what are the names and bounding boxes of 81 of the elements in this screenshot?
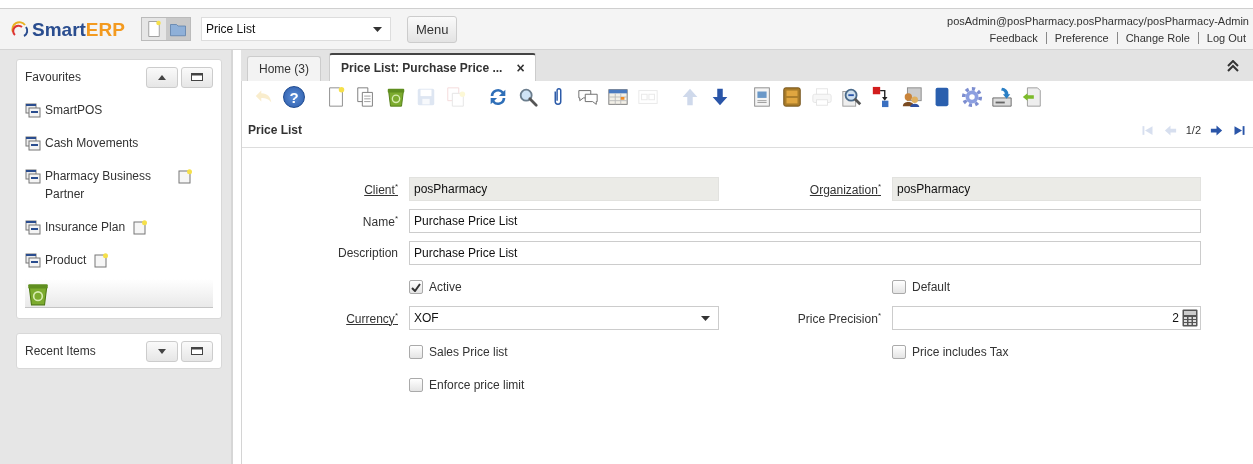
window-icon [25, 253, 41, 268]
cabinet-icon [781, 86, 803, 108]
printer-icon [811, 86, 833, 108]
field-label: Price Precision$^{*}$ [796, 310, 881, 326]
pages-icon [445, 86, 467, 108]
save-icon [415, 86, 437, 108]
caret-down-icon [158, 348, 166, 354]
checkmark-icon [411, 282, 421, 292]
tab[interactable]: Home (3) [247, 56, 321, 81]
tab[interactable]: Price List: Purchase Price ... × [329, 53, 536, 81]
checkbox-label: Sales Price list [429, 345, 508, 359]
note-icon[interactable] [178, 169, 192, 184]
toggle-button[interactable] [165, 18, 190, 40]
page-arrow-icon [1021, 86, 1043, 108]
field-link[interactable]: Organization$^{*}$ [730, 181, 881, 197]
search-icon [517, 86, 539, 108]
caret-icon [701, 315, 710, 321]
favourite-link[interactable]: Cash Movements [45, 134, 139, 152]
checkbox-label: Price includes Tax [912, 345, 1009, 359]
calculator-icon[interactable] [1182, 309, 1198, 327]
favourite-link[interactable]: Pharmacy Business Partner [45, 167, 170, 203]
window-dropdown[interactable]: Price List [200, 17, 391, 41]
user-label: posAdmin@posPharmacy.posPharmacy/posPharmacy-Admin [947, 14, 1249, 27]
header-link[interactable]: Preference [1045, 31, 1117, 44]
record-counter: 1/2 [1185, 124, 1201, 136]
checkbox-label: Default [912, 280, 951, 294]
checkbox-label: Enforce price limit [429, 378, 525, 392]
window-icon [25, 220, 41, 235]
dropdown-field[interactable]: XOF [409, 306, 719, 330]
header-link[interactable]: Feedback [981, 31, 1046, 44]
people-icon [901, 86, 923, 108]
favourite-link[interactable]: SmartPOS [45, 101, 103, 119]
checkbox[interactable] [892, 345, 906, 359]
table-icon [607, 86, 629, 108]
caret-up-icon [158, 74, 166, 80]
field-label: Name$^{*}$ [361, 213, 398, 229]
toggle-button[interactable] [146, 340, 178, 362]
checkbox[interactable] [409, 280, 423, 294]
field-link[interactable]: Currency$^{*}$ [242, 310, 398, 326]
trash-icon [25, 281, 51, 307]
note-icon[interactable] [133, 220, 148, 235]
text-field[interactable]: Purchase Price List [409, 209, 1201, 233]
checkbox[interactable] [892, 280, 906, 294]
close-icon[interactable]: × [516, 60, 525, 76]
text-field[interactable]: Purchase Price List [409, 241, 1201, 265]
tray-arrow-icon [991, 86, 1013, 108]
checkbox[interactable] [409, 345, 423, 359]
window-icon [25, 169, 41, 184]
maximize-icon [191, 73, 203, 81]
text-field[interactable]: posPharmacy [409, 177, 719, 201]
panel-title: Favourites [25, 70, 82, 84]
window-icon [25, 136, 41, 151]
report-icon [751, 86, 773, 108]
help-button[interactable]: ? [283, 86, 305, 108]
caret-icon [372, 26, 382, 32]
field-link[interactable]: Client$^{*}$ [242, 181, 398, 197]
toggle-button[interactable] [146, 66, 178, 88]
toolbar-button[interactable] [900, 85, 924, 109]
favourite-link[interactable]: Insurance Plan [45, 218, 126, 236]
maximize-icon [191, 347, 203, 355]
number-field[interactable]: 2 [892, 306, 1201, 330]
field-label: Description [336, 246, 398, 260]
gear-icon [961, 86, 983, 108]
note-icon[interactable] [94, 253, 109, 268]
swirl-logo-icon [10, 20, 30, 40]
header-link[interactable]: Log Out [1197, 31, 1249, 44]
maximize-button[interactable] [181, 340, 213, 362]
favourite-link[interactable]: Product [45, 251, 87, 269]
text-field[interactable]: posPharmacy [892, 177, 1201, 201]
menu-button[interactable]: Menu [406, 15, 458, 43]
window-title: Price List [248, 123, 303, 137]
header-link[interactable]: Change Role [1116, 31, 1198, 44]
window-icon [25, 103, 41, 118]
panel-title: Recent Items [25, 344, 96, 358]
trash-icon [385, 86, 407, 108]
zoom-icon [841, 86, 863, 108]
checkbox-label: Active [429, 280, 462, 294]
maximize-button[interactable] [181, 66, 213, 88]
logo-text: SmartERP [32, 19, 125, 41]
checkbox[interactable] [409, 378, 423, 392]
collapse-icon[interactable] [1227, 59, 1239, 72]
